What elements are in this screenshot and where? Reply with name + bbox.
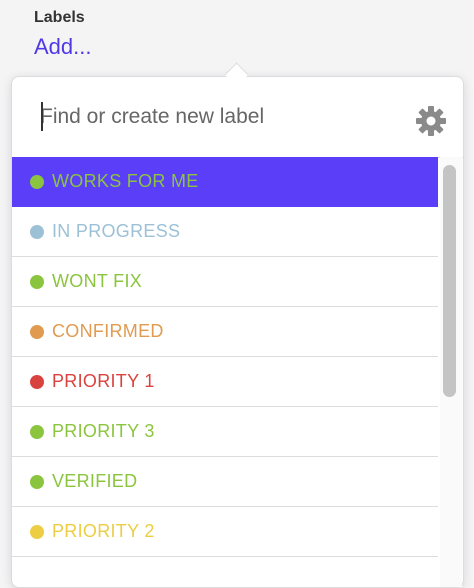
text-cursor <box>41 102 43 131</box>
search-row <box>12 77 463 158</box>
label-option-text: WORKS FOR ME <box>52 171 199 191</box>
label-option-text: PRIORITY 2 <box>52 521 155 541</box>
label-color-dot <box>30 274 44 289</box>
label-color-dot <box>30 324 44 339</box>
label-option[interactable]: WONT FIX <box>12 257 438 307</box>
label-option[interactable]: VERIFIED <box>12 457 438 507</box>
label-list: WORKS FOR ME IN PROGRESS WONT FIX CONFIRMED… <box>12 157 438 587</box>
label-option[interactable]: WORKS FOR ME <box>12 157 438 207</box>
label-color-dot <box>30 224 44 239</box>
label-option-text: CONFIRMED <box>52 321 164 341</box>
label-picker-popover: WORKS FOR ME IN PROGRESS WONT FIX CONFIRMED… <box>11 76 464 588</box>
label-option-text: IN PROGRESS <box>52 221 181 241</box>
label-color-dot <box>30 474 44 489</box>
scrollbar-thumb[interactable] <box>443 165 456 397</box>
label-color-dot <box>30 174 44 189</box>
gear-icon[interactable] <box>415 105 447 137</box>
label-option[interactable]: PRIORITY 2 <box>12 507 438 557</box>
label-color-dot <box>30 524 44 539</box>
label-option-text: PRIORITY 3 <box>52 421 155 441</box>
label-option[interactable]: PRIORITY 3 <box>12 407 438 457</box>
label-option-text: VERIFIED <box>52 471 138 491</box>
label-option[interactable]: CONFIRMED <box>12 307 438 357</box>
labels-heading: Labels <box>34 9 85 26</box>
label-color-dot <box>30 424 44 439</box>
label-option-text: WONT FIX <box>52 271 143 291</box>
label-option-text: PRIORITY 1 <box>52 371 155 391</box>
label-option[interactable]: IN PROGRESS <box>12 207 438 257</box>
label-option[interactable]: PRIORITY 1 <box>12 357 438 407</box>
add-label-link[interactable]: Add... <box>34 34 91 60</box>
label-search-input[interactable] <box>40 99 400 135</box>
label-color-dot <box>30 374 44 389</box>
